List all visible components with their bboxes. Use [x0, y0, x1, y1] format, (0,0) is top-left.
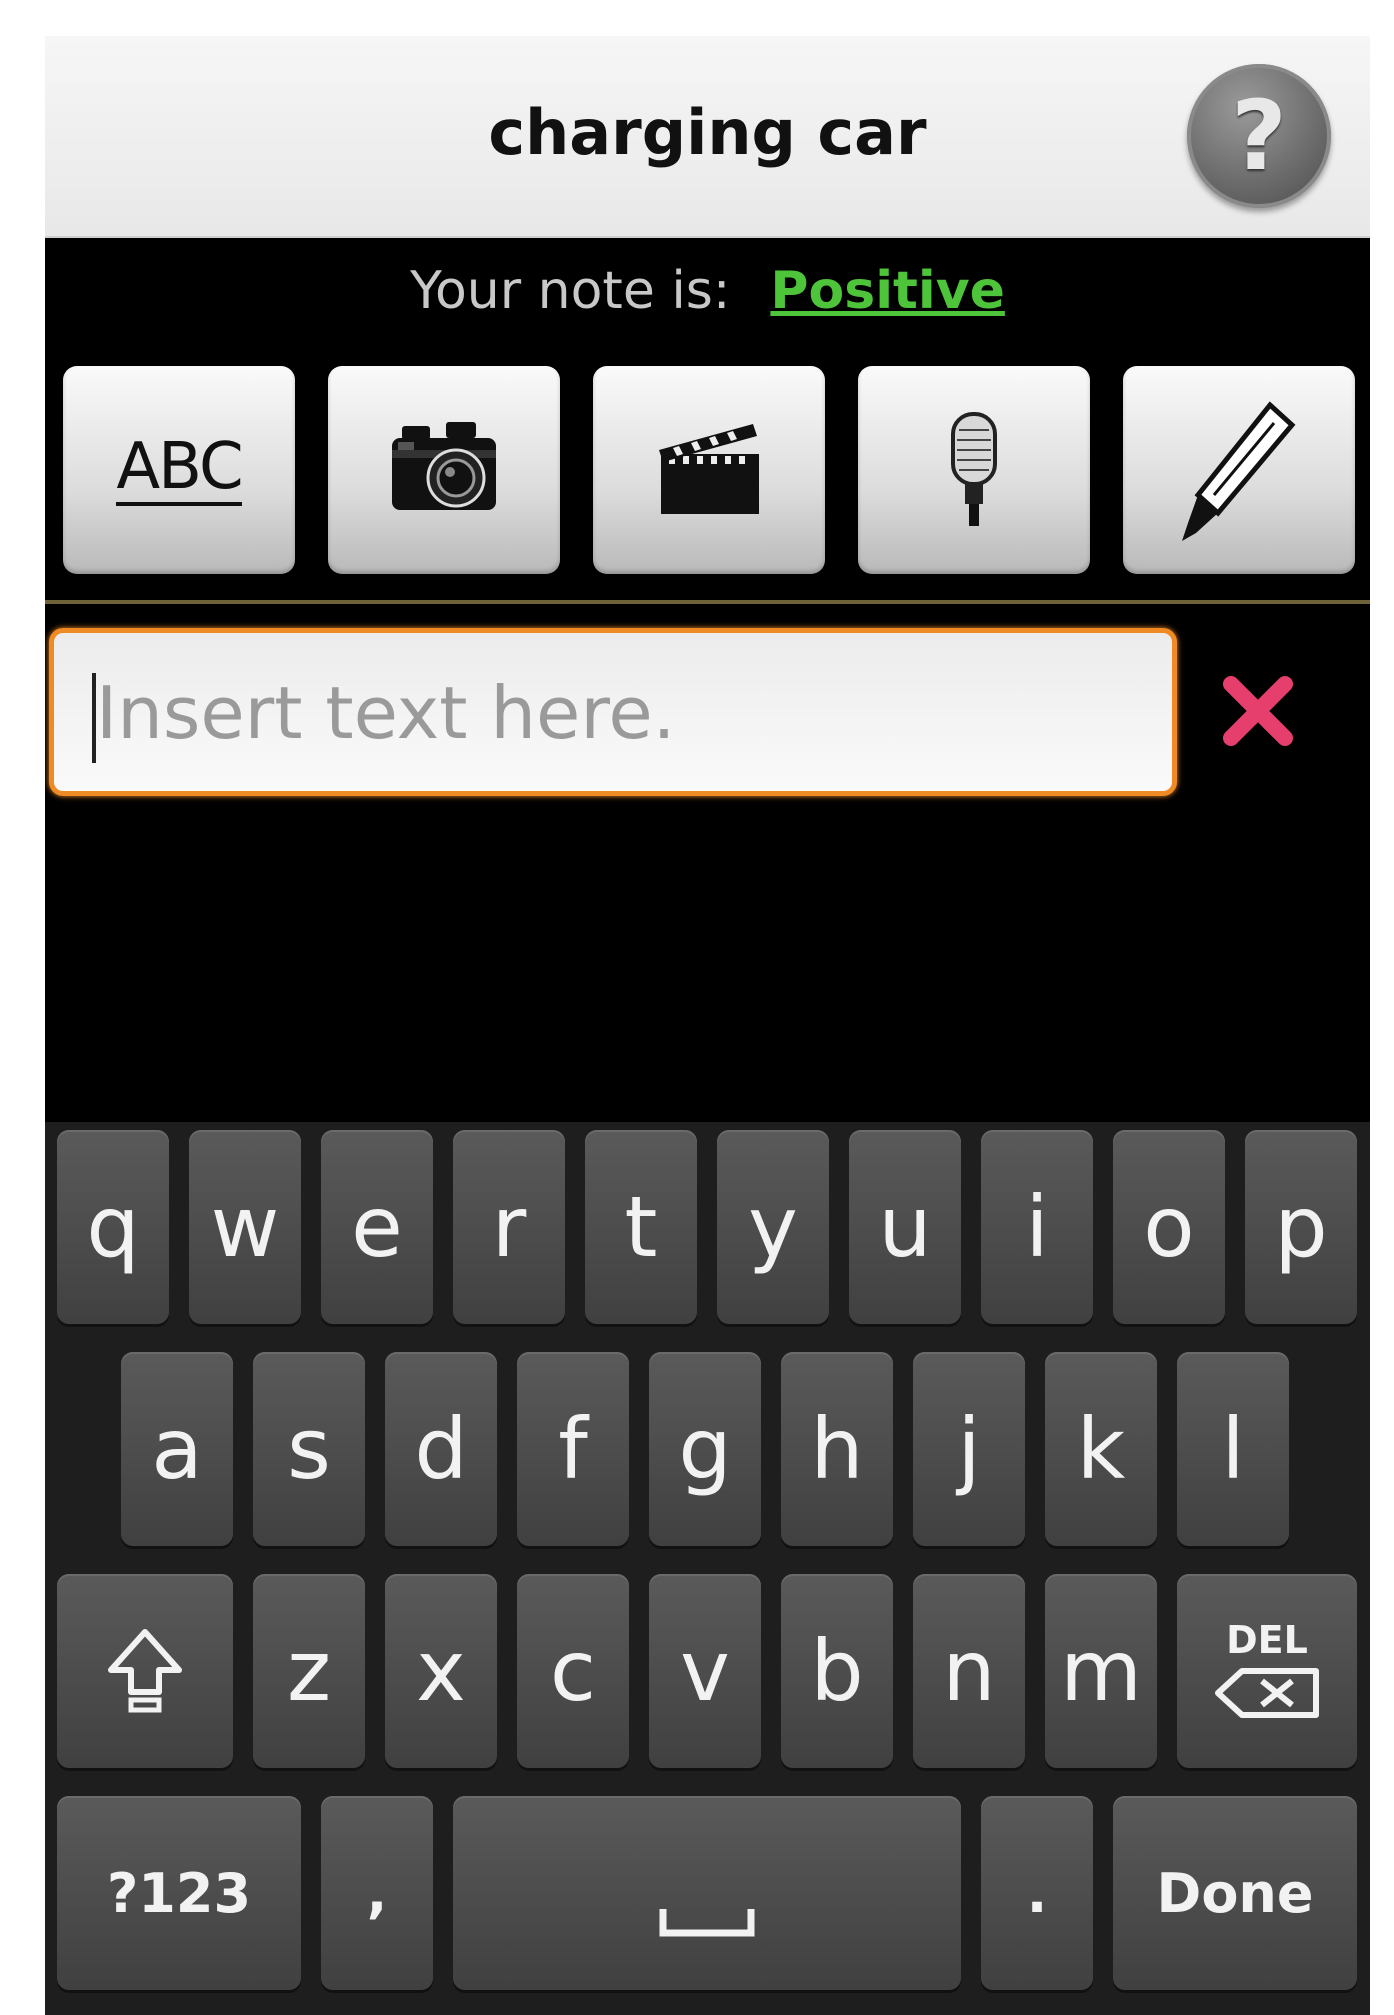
key-z[interactable]: z — [253, 1574, 365, 1768]
crayon-icon — [1182, 401, 1296, 541]
note-text-input[interactable]: Insert text here. — [49, 628, 1177, 796]
photo-note-button[interactable] — [328, 366, 560, 574]
key-j[interactable]: j — [913, 1352, 1025, 1546]
key-c[interactable]: c — [517, 1574, 629, 1768]
period-key[interactable]: . — [981, 1796, 1093, 1990]
key-y[interactable]: y — [717, 1130, 829, 1324]
key-i[interactable]: i — [981, 1130, 1093, 1324]
phone-screen: charging car ? Your note is: Positive ABC — [45, 36, 1370, 2015]
key-q[interactable]: q — [57, 1130, 169, 1324]
done-key[interactable]: Done — [1113, 1796, 1357, 1990]
key-m[interactable]: m — [1045, 1574, 1157, 1768]
key-r[interactable]: r — [453, 1130, 565, 1324]
delete-label: DEL — [1226, 1618, 1308, 1662]
key-w[interactable]: w — [189, 1130, 301, 1324]
delete-key[interactable]: DEL — [1177, 1574, 1357, 1768]
draw-note-button[interactable] — [1123, 366, 1355, 574]
text-input-placeholder: Insert text here. — [96, 671, 676, 755]
key-n[interactable]: n — [913, 1574, 1025, 1768]
key-l[interactable]: l — [1177, 1352, 1289, 1546]
symbols-key[interactable]: ?123 — [57, 1796, 301, 1990]
key-x[interactable]: x — [385, 1574, 497, 1768]
clear-text-button[interactable] — [1213, 666, 1303, 756]
microphone-icon — [951, 412, 997, 526]
close-icon — [1223, 676, 1293, 746]
key-g[interactable]: g — [649, 1352, 761, 1546]
note-label: Your note is: — [410, 261, 731, 321]
key-t[interactable]: t — [585, 1130, 697, 1324]
space-bar-icon — [659, 1909, 755, 1937]
soft-keyboard: q w e r t y u i o p a s d f g h j k l z … — [45, 1122, 1370, 2015]
key-d[interactable]: d — [385, 1352, 497, 1546]
key-p[interactable]: p — [1245, 1130, 1357, 1324]
section-divider — [45, 600, 1370, 604]
space-key[interactable] — [453, 1796, 961, 1990]
key-v[interactable]: v — [649, 1574, 761, 1768]
key-f[interactable]: f — [517, 1352, 629, 1546]
shift-arrow-icon — [108, 1629, 182, 1713]
key-s[interactable]: s — [253, 1352, 365, 1546]
clapperboard-icon — [659, 424, 759, 514]
video-note-button[interactable] — [593, 366, 825, 574]
backspace-icon — [1215, 1668, 1319, 1718]
key-h[interactable]: h — [781, 1352, 893, 1546]
key-k[interactable]: k — [1045, 1352, 1157, 1546]
text-note-button[interactable]: ABC — [63, 366, 295, 574]
camera-icon — [392, 422, 496, 510]
key-a[interactable]: a — [121, 1352, 233, 1546]
shift-key[interactable] — [57, 1574, 233, 1768]
text-abc-icon: ABC — [116, 430, 244, 506]
title-bar: charging car ? — [45, 36, 1370, 238]
help-button[interactable]: ? — [1187, 64, 1331, 208]
comma-key[interactable]: , — [321, 1796, 433, 1990]
key-e[interactable]: e — [321, 1130, 433, 1324]
audio-note-button[interactable] — [858, 366, 1090, 574]
question-mark-icon: ? — [1231, 80, 1287, 192]
key-o[interactable]: o — [1113, 1130, 1225, 1324]
note-status: Your note is: Positive — [45, 261, 1370, 321]
note-value-link[interactable]: Positive — [770, 261, 1004, 321]
key-b[interactable]: b — [781, 1574, 893, 1768]
page-title: charging car — [488, 96, 927, 169]
key-u[interactable]: u — [849, 1130, 961, 1324]
